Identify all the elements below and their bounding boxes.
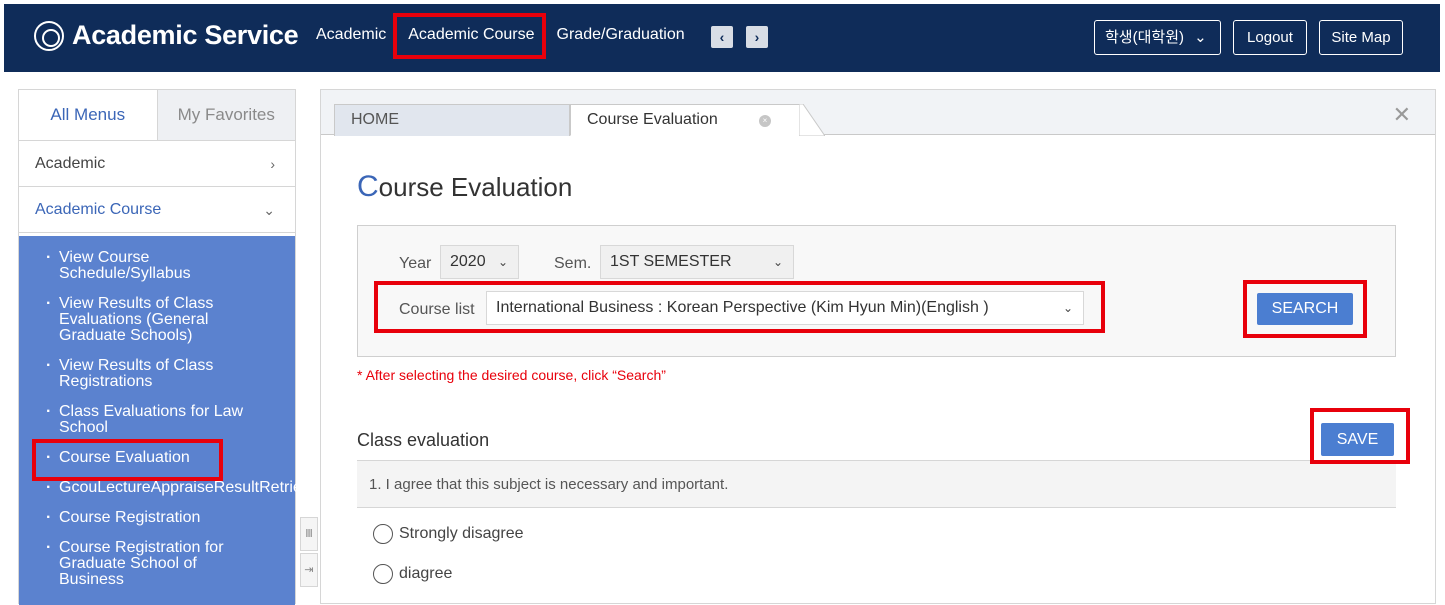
sidebar: All Menus My Favorites Academic › Academ… xyxy=(18,89,341,605)
site-map-button[interactable]: Site Map xyxy=(1319,20,1403,55)
tab-label: Course Evaluation xyxy=(587,111,718,128)
sidebar-tabs: All Menus My Favorites xyxy=(19,90,295,141)
sidebar-item-academic-course[interactable]: Academic Course ⌄ xyxy=(19,187,295,233)
app-logo[interactable]: Academic Service xyxy=(34,20,299,51)
main-panel: HOME Course Evaluation × ✕ Course Evalua… xyxy=(320,89,1436,604)
chevron-right-icon: › xyxy=(754,29,760,45)
sidebar-item-academic[interactable]: Academic › xyxy=(19,141,295,187)
chevron-down-icon: ⌄ xyxy=(1194,29,1207,46)
option-disagree[interactable]: diagree xyxy=(373,564,452,584)
tab-home[interactable]: HOME xyxy=(334,104,570,136)
tab-strip: HOME Course Evaluation × ✕ xyxy=(321,90,1435,136)
user-role-select[interactable]: 학생(대학원) ⌄ xyxy=(1094,20,1221,55)
close-icon[interactable]: ✕ xyxy=(1393,104,1411,126)
radio-button[interactable] xyxy=(373,524,393,544)
section-title: Class evaluation xyxy=(357,430,490,450)
app-title: Academic Service xyxy=(72,20,299,50)
nav-prev-button[interactable]: ‹ xyxy=(711,26,733,48)
tab-all-menus[interactable]: All Menus xyxy=(19,90,157,140)
submenu-course-registration-business[interactable]: Course Registration for Graduate School … xyxy=(19,540,295,588)
topnav-grade-graduation[interactable]: Grade/Graduation xyxy=(557,26,685,44)
submenu-gcou-lecture-appraise[interactable]: GcouLectureAppraiseResultRetrieveInq xyxy=(19,480,341,497)
highlight-box-academic-course xyxy=(393,13,546,59)
grip-icon: Ⅲ xyxy=(305,528,313,540)
sidebar-item-label: Academic Course xyxy=(35,201,162,218)
year-select[interactable]: 2020 ⌄ xyxy=(440,245,519,279)
page-title: Course Evaluation xyxy=(357,170,573,203)
submenu-view-class-evaluation-results[interactable]: View Results of Class Evaluations (Gener… xyxy=(19,296,295,344)
sidebar-submenu: View Course Schedule/Syllabus View Resul… xyxy=(19,236,341,605)
highlight-box-save xyxy=(1310,408,1410,464)
tab-course-evaluation[interactable]: Course Evaluation × xyxy=(570,104,800,136)
chevron-down-icon: ⌄ xyxy=(772,255,783,269)
highlight-box-search xyxy=(1243,280,1367,338)
collapse-arrow-icon: ⇥ xyxy=(304,564,314,576)
chevron-down-icon: ⌄ xyxy=(497,255,508,269)
sidebar-item-label: Academic xyxy=(35,155,106,172)
search-instruction-note: * After selecting the desired course, cl… xyxy=(357,367,666,383)
semester-select[interactable]: 1ST SEMESTER ⌄ xyxy=(600,245,794,279)
question-row: 1. I agree that this subject is necessar… xyxy=(357,460,1396,508)
year-label: Year xyxy=(399,255,432,272)
nav-next-button[interactable]: › xyxy=(746,26,768,48)
highlight-box-course-list xyxy=(374,281,1105,333)
sidebar-collapse-button[interactable]: ⇥ xyxy=(300,553,318,587)
highlight-box-course-evaluation xyxy=(32,439,223,481)
sem-label: Sem. xyxy=(554,255,592,272)
user-role-label: 학생(대학원) xyxy=(1105,29,1184,46)
logout-button[interactable]: Logout xyxy=(1233,20,1307,55)
submenu-view-class-registration-results[interactable]: View Results of Class Registrations xyxy=(19,358,295,390)
sidebar-resize-handle[interactable]: Ⅲ xyxy=(300,517,318,551)
option-strongly-disagree[interactable]: Strongly disagree xyxy=(373,524,524,544)
close-tab-icon[interactable]: × xyxy=(759,115,771,127)
submenu-law-school-evaluations[interactable]: Class Evaluations for Law School xyxy=(19,404,295,436)
chevron-left-icon: ‹ xyxy=(719,29,725,45)
chevron-down-icon: ⌄ xyxy=(263,202,275,218)
tab-my-favorites[interactable]: My Favorites xyxy=(156,90,295,140)
radio-button[interactable] xyxy=(373,564,393,584)
topnav-academic[interactable]: Academic xyxy=(316,26,386,44)
university-emblem-icon xyxy=(34,20,64,51)
submenu-course-registration[interactable]: Course Registration xyxy=(19,510,295,527)
tab-slant-edge xyxy=(799,104,825,136)
chevron-right-icon: › xyxy=(270,156,275,172)
submenu-view-course-schedule[interactable]: View Course Schedule/Syllabus xyxy=(19,250,295,282)
top-bar: Academic Service Academic Academic Cours… xyxy=(4,4,1440,72)
